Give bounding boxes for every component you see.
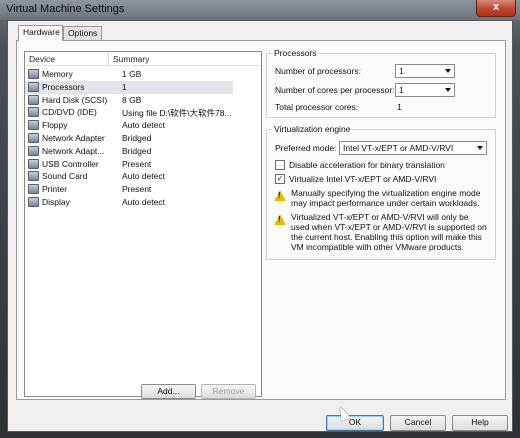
device-row-display[interactable]: Display Auto detect	[25, 196, 261, 209]
virtualize-vtx-checkbox[interactable]: ✓	[275, 174, 285, 184]
cores-per-processor-label: Number of cores per processor:	[275, 85, 395, 95]
virtualization-engine-group: Virtualization engine Preferred mode: In…	[266, 124, 496, 260]
network-adapter-icon	[28, 145, 39, 156]
add-device-button[interactable]: Add...	[141, 384, 196, 399]
sound-card-icon	[28, 171, 39, 182]
column-header-device[interactable]: Device	[29, 54, 55, 64]
network-adapter-icon	[28, 132, 39, 143]
warning-text-vtx-support: Virtualized VT-x/EPT or AMD-V/RVI will o…	[291, 212, 487, 252]
chevron-down-icon	[445, 88, 451, 92]
device-rows: Memory 1 GB Processors 1 Hard Disk (SCSI) 8 G…	[25, 68, 261, 209]
device-name: USB Controller	[42, 158, 99, 169]
device-row-floppy[interactable]: Floppy Auto detect	[25, 119, 261, 132]
dialog-client-area: Hardware Options Device Summary Memory 1 …	[7, 20, 513, 432]
close-button[interactable]: x	[476, 0, 516, 17]
preferred-mode-label: Preferred mode:	[275, 143, 337, 153]
display-icon	[28, 196, 39, 207]
chevron-down-icon	[445, 69, 451, 73]
device-summary: Present	[122, 184, 152, 195]
device-summary: Present	[122, 158, 152, 169]
disable-acceleration-checkbox[interactable]	[275, 160, 285, 170]
warning-text-engine-mode: Manually specifying the virtualization e…	[291, 188, 481, 208]
device-summary: Bridged	[122, 132, 152, 143]
device-summary: Auto detect	[122, 120, 166, 131]
device-name: Printer	[42, 184, 68, 195]
device-row-processors[interactable]: Processors 1	[25, 80, 261, 94]
device-name: Sound Card	[42, 171, 88, 182]
device-name: Network Adapter	[42, 132, 105, 143]
tab-options[interactable]: Options	[63, 26, 102, 41]
device-name: Hard Disk (SCSI)	[42, 94, 108, 105]
device-summary: Bridged	[122, 145, 152, 156]
device-summary: 1	[122, 81, 127, 92]
device-summary: Auto detect	[122, 196, 166, 207]
disable-acceleration-label[interactable]: Disable acceleration for binary translat…	[289, 160, 445, 170]
virtualize-vtx-label[interactable]: Virtualize Intel VT-x/EPT or AMD-V/RVI	[289, 174, 436, 184]
processor-icon	[28, 81, 39, 92]
num-processors-label: Number of processors:	[275, 66, 361, 76]
device-name: CD/DVD (IDE)	[42, 107, 97, 118]
device-name: Memory	[42, 69, 73, 79]
device-row-sound-card[interactable]: Sound Card Auto detect	[25, 170, 261, 183]
device-row-hard-disk-scsi[interactable]: Hard Disk (SCSI) 8 GB	[25, 94, 261, 107]
device-summary: 8 GB	[122, 94, 142, 105]
title-bar[interactable]: Virtual Machine Settings x	[0, 0, 520, 20]
hard-disk-icon	[28, 94, 39, 105]
device-summary: Using file D:\软件\大软件78...	[122, 108, 232, 119]
floppy-icon	[28, 120, 39, 131]
num-processors-select[interactable]: 1	[395, 64, 455, 78]
device-row-cd-dvd-ide[interactable]: CD/DVD (IDE) Using file D:\软件\大软件78...	[25, 106, 261, 119]
total-cores-label: Total processor cores:	[275, 102, 359, 112]
virtualization-group-title: Virtualization engine	[272, 124, 353, 134]
total-cores-value: 1	[397, 102, 402, 112]
device-name: Network Adapt...	[42, 145, 105, 156]
tab-hardware[interactable]: Hardware	[18, 25, 63, 41]
device-summary: 1 GB	[122, 69, 142, 79]
device-list-header: Device Summary	[25, 52, 261, 66]
remove-device-button[interactable]: Remove	[201, 384, 256, 399]
help-button[interactable]: Help	[452, 415, 508, 431]
chevron-down-icon	[477, 146, 483, 150]
usb-controller-icon	[28, 158, 39, 169]
cd-dvd-icon	[28, 107, 39, 118]
device-row-memory[interactable]: Memory 1 GB	[25, 68, 261, 81]
window-title: Virtual Machine Settings	[6, 3, 125, 15]
memory-icon	[28, 69, 39, 79]
device-row-printer[interactable]: Printer Present	[25, 183, 261, 196]
cancel-button[interactable]: Cancel	[390, 415, 446, 431]
device-row-network-adapt[interactable]: Network Adapt... Bridged	[25, 145, 261, 158]
device-name: Floppy	[42, 120, 68, 131]
ok-button[interactable]: OK	[326, 415, 384, 431]
column-header-summary[interactable]: Summary	[113, 54, 149, 64]
printer-icon	[28, 184, 39, 195]
device-summary: Auto detect	[122, 171, 166, 182]
device-row-usb-controller[interactable]: USB Controller Present	[25, 158, 261, 171]
processors-group-title: Processors	[272, 48, 319, 58]
cores-per-processor-select[interactable]: 1	[395, 83, 455, 97]
device-name: Display	[42, 196, 70, 207]
device-list[interactable]: Device Summary Memory 1 GB Processors 1 Hard…	[24, 51, 262, 397]
device-row-network-adapter[interactable]: Network Adapter Bridged	[25, 132, 261, 145]
device-name: Processors	[42, 81, 85, 92]
processors-group: Processors Number of processors: 1 Numbe…	[266, 48, 496, 118]
preferred-mode-select[interactable]: Intel VT-x/EPT or AMD-V/RVI	[339, 141, 487, 155]
close-icon: x	[492, 1, 500, 13]
